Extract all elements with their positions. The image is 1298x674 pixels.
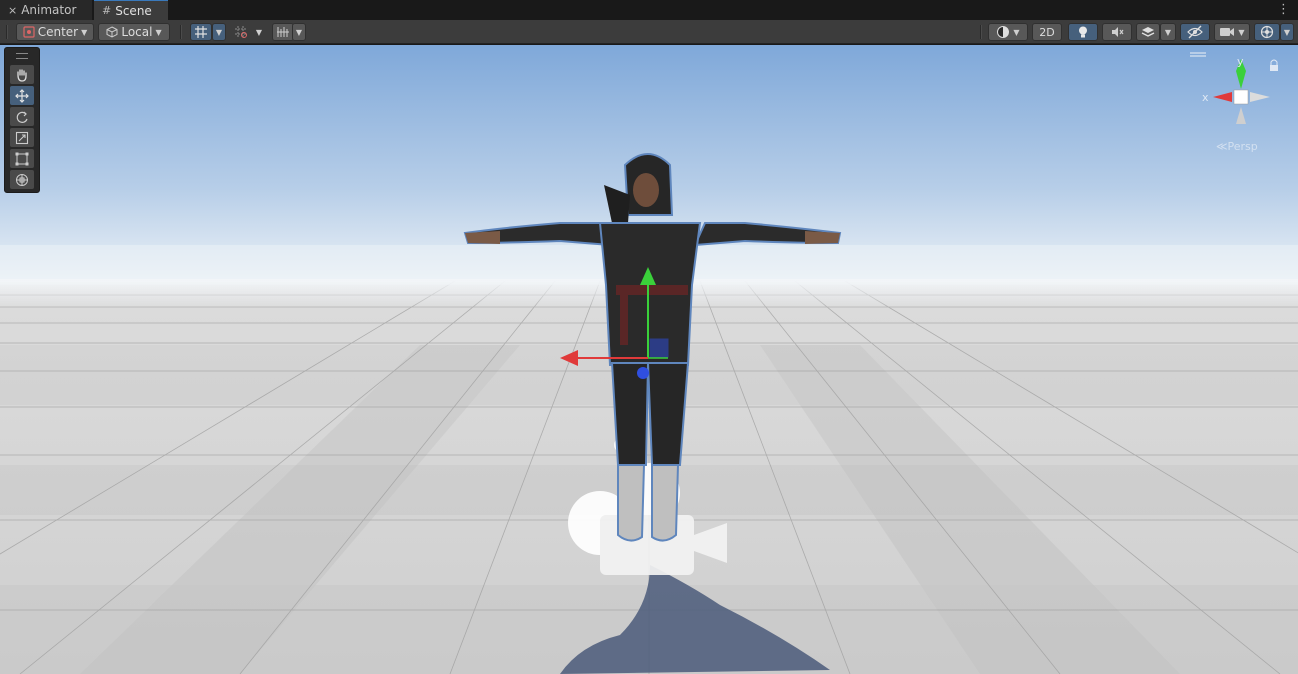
projection-toggle[interactable]: ≪Persp [1216,140,1258,153]
chevron-down-icon: ▼ [1283,27,1291,37]
increment-snap-icon [277,27,289,37]
snap-grid-icon [235,26,247,38]
scale-tool-button[interactable] [10,128,34,147]
scene-effects-button[interactable] [1136,23,1160,41]
scene-effects-dropdown[interactable]: ▼ [1160,23,1176,41]
increment-snap-button[interactable] [272,23,294,41]
grid-snapping-button[interactable] [230,23,252,41]
chevron-down-icon: ▼ [155,27,162,37]
projection-label: Persp [1227,140,1258,153]
chevron-down-icon: ▼ [1164,27,1172,37]
grid-visibility-button[interactable] [190,23,212,41]
rect-transform-icon [15,152,29,165]
pivot-mode-label: Center [37,25,79,39]
layers-effects-icon [1141,27,1155,37]
chevron-down-icon: ▼ [1013,27,1020,37]
tab-animator-label: Animator [21,3,77,17]
increment-snap-dropdown[interactable]: ▼ [292,23,306,41]
toggle-2d-button[interactable]: 2D [1032,23,1062,41]
gizmo-x-label: x [1202,91,1209,104]
rotate-icon [16,111,28,123]
move-tool-button[interactable] [10,86,34,105]
transform-icon [16,173,28,186]
hand-tool-button[interactable] [10,65,34,84]
speaker-muted-icon [1112,27,1124,37]
grid-icon [195,26,207,38]
animator-icon: ⨯ [8,3,18,17]
more-options-icon[interactable]: ⋮ [1277,2,1290,17]
scene-lighting-button[interactable] [1068,23,1098,41]
chevron-down-icon: ▼ [1238,27,1245,37]
toolbar-separator [980,25,982,39]
tab-scene-label: Scene [115,3,152,18]
scene-toolbar: Center ▼ Local ▼ ▼ ▼ ▼ ▼ 2D ▼ ▼ ▼ [0,20,1298,44]
xy-plane-handle[interactable] [649,338,669,358]
gizmo-globe-icon [1260,25,1274,39]
persp-chevron-icon: ≪ [1216,140,1228,153]
cube-icon [106,26,118,38]
grid-snap-dropdown[interactable]: ▼ [252,23,266,41]
camera-icon [1220,28,1235,36]
toolbar-separator [6,25,8,39]
toolbar-separator [180,25,182,39]
gizmos-dropdown[interactable]: ▼ [1280,23,1294,41]
chevron-down-icon: ▼ [255,27,263,37]
gizmos-button[interactable] [1254,23,1280,41]
z-axis-handle[interactable] [637,367,649,379]
scene-audio-button[interactable] [1102,23,1132,41]
gizmo-y-label: y [1237,55,1244,68]
scene-render: y x [0,45,1298,674]
tab-scene[interactable]: # Scene [94,0,168,20]
grid-options-dropdown[interactable]: ▼ [212,23,226,41]
rotate-tool-button[interactable] [10,107,34,126]
pivot-rotation-dropdown[interactable]: Local ▼ [98,23,170,41]
pivot-icon [23,26,35,38]
rect-tool-button[interactable] [10,149,34,168]
chevron-down-icon: ▼ [215,27,223,37]
editor-tab-bar: ⨯ Animator # Scene ⋮ [0,0,1298,20]
scene-grid-icon: # [102,4,112,17]
hidden-eye-icon [1187,25,1203,39]
pivot-mode-dropdown[interactable]: Center ▼ [16,23,94,41]
move-arrows-icon [15,88,29,103]
palette-grip[interactable] [16,53,28,59]
scene-visibility-button[interactable] [1180,23,1210,41]
scale-icon [15,131,29,144]
shading-sphere-icon [997,26,1010,38]
draw-mode-dropdown[interactable]: ▼ [988,23,1028,41]
chevron-down-icon: ▼ [81,27,88,37]
pivot-rotation-label: Local [121,25,153,39]
tool-palette [4,47,40,193]
hand-icon [17,68,27,82]
scene-viewport[interactable]: y x [0,45,1298,674]
lightbulb-icon [1079,26,1087,38]
toggle-2d-label: 2D [1039,25,1055,39]
tab-animator[interactable]: ⨯ Animator [0,0,92,20]
chevron-down-icon: ▼ [295,27,303,37]
transform-tool-button[interactable] [10,170,34,189]
scene-camera-dropdown[interactable]: ▼ [1214,23,1250,41]
